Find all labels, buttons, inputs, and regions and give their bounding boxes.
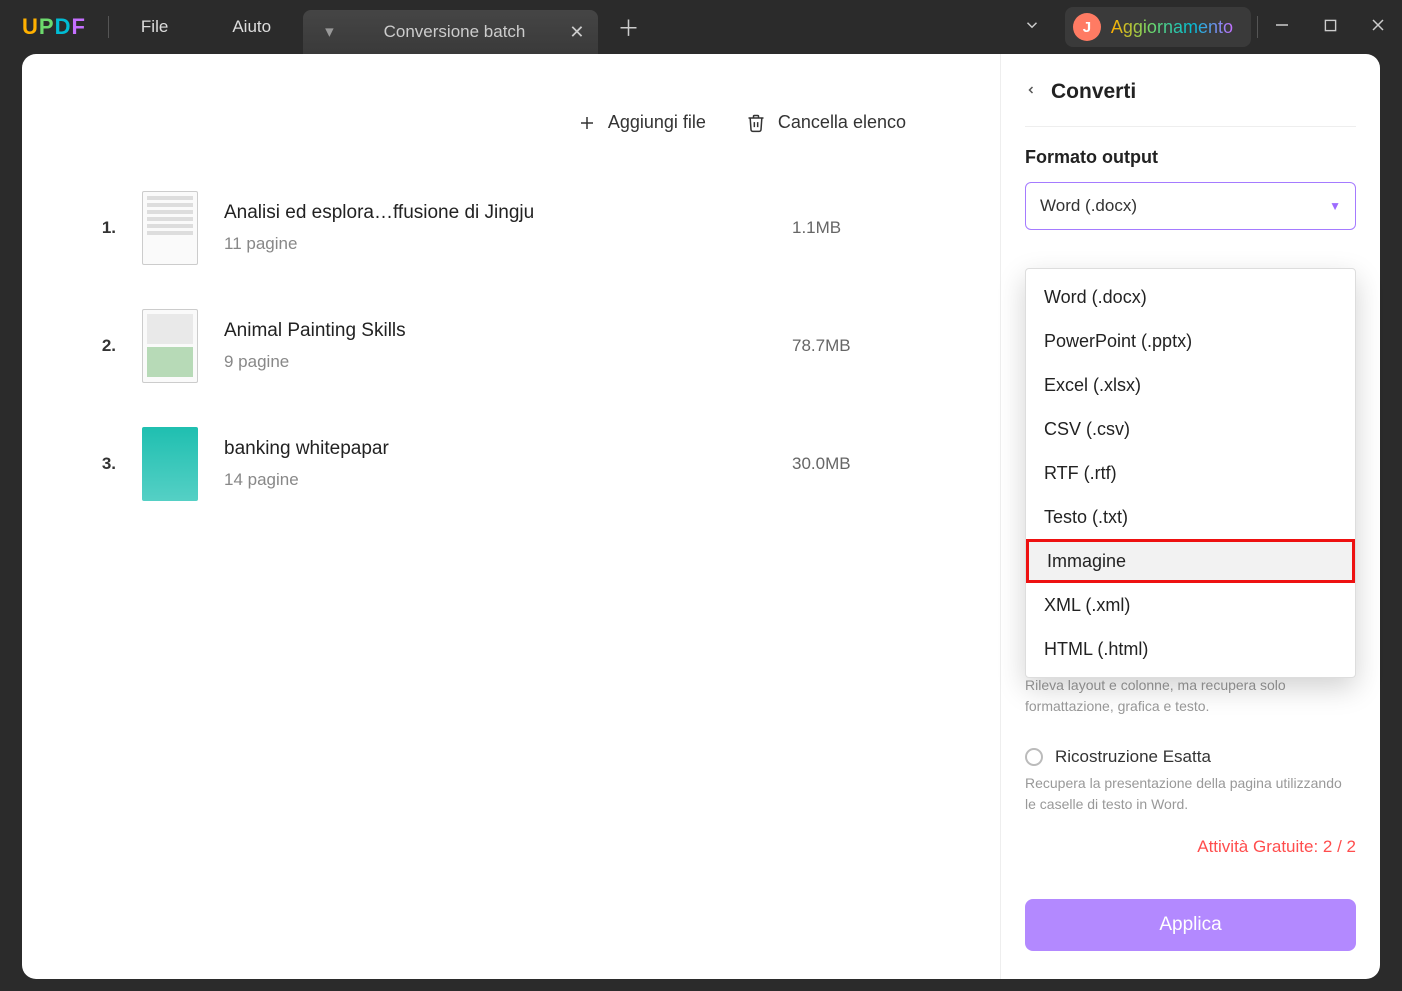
- minimize-button[interactable]: [1258, 18, 1306, 36]
- file-size: 1.1MB: [792, 218, 932, 238]
- format-dropdown: Word (.docx)PowerPoint (.pptx)Excel (.xl…: [1025, 268, 1356, 678]
- layout-desc-2: Recupera la presentazione della pagina u…: [1025, 773, 1356, 815]
- file-title: banking whitepapar: [224, 438, 766, 460]
- format-option[interactable]: Word (.docx): [1026, 275, 1355, 319]
- file-title: Animal Painting Skills: [224, 320, 766, 342]
- tab-menu-icon[interactable]: ▾: [325, 22, 334, 42]
- close-tab-icon[interactable]: ✕: [569, 22, 584, 43]
- panel-title: Converti: [1051, 80, 1136, 104]
- format-option[interactable]: RTF (.rtf): [1026, 451, 1355, 495]
- upgrade-label: Aggiornamento: [1111, 17, 1233, 38]
- file-row[interactable]: 2. Animal Painting Skills 9 pagine 78.7M…: [90, 287, 932, 405]
- free-tasks-label: Attività Gratuite: 2 / 2: [1025, 837, 1356, 857]
- file-thumbnail: [142, 191, 198, 265]
- new-tab-button[interactable]: ＋: [608, 11, 648, 43]
- add-file-label: Aggiungi file: [608, 112, 706, 133]
- convert-panel: Converti Formato output Word (.docx) ▼ W…: [1000, 54, 1380, 979]
- titlebar: UPDF File Aiuto ▾ Conversione batch ✕ ＋ …: [0, 0, 1402, 54]
- file-pages: 9 pagine: [224, 352, 766, 372]
- file-row[interactable]: 1. Analisi ed esplora…ffusione di Jingju…: [90, 169, 932, 287]
- menu-help[interactable]: Aiuto: [200, 17, 303, 37]
- format-selected: Word (.docx): [1040, 196, 1137, 216]
- tab-label: Conversione batch: [384, 22, 526, 42]
- clear-list-label: Cancella elenco: [778, 112, 906, 133]
- app-body: Aggiungi file Cancella elenco 1. Analisi…: [22, 54, 1380, 979]
- file-pages: 14 pagine: [224, 470, 766, 490]
- format-option[interactable]: XML (.xml): [1026, 583, 1355, 627]
- file-row[interactable]: 3. banking whitepapar 14 pagine 30.0MB: [90, 405, 932, 523]
- add-file-button[interactable]: Aggiungi file: [578, 112, 706, 133]
- file-thumbnail: [142, 309, 198, 383]
- radio-label: Ricostruzione Esatta: [1055, 747, 1211, 767]
- avatar: J: [1073, 13, 1101, 41]
- chevron-down-icon: ▼: [1329, 199, 1341, 213]
- format-option[interactable]: HTML (.html): [1026, 627, 1355, 671]
- close-window-button[interactable]: [1354, 18, 1402, 36]
- format-option[interactable]: Testo (.txt): [1026, 495, 1355, 539]
- trash-icon: [746, 113, 766, 133]
- layout-desc-1: Rileva layout e colonne, ma recupera sol…: [1025, 675, 1356, 717]
- list-toolbar: Aggiungi file Cancella elenco: [90, 88, 932, 169]
- app-logo: UPDF: [22, 14, 86, 40]
- maximize-button[interactable]: [1306, 19, 1354, 36]
- clear-list-button[interactable]: Cancella elenco: [746, 112, 906, 133]
- format-option[interactable]: Excel (.xlsx): [1026, 363, 1355, 407]
- file-size: 78.7MB: [792, 336, 932, 356]
- upgrade-pill[interactable]: J Aggiornamento: [1065, 7, 1251, 47]
- format-option[interactable]: CSV (.csv): [1026, 407, 1355, 451]
- file-thumbnail: [142, 427, 198, 501]
- format-option[interactable]: PowerPoint (.pptx): [1026, 319, 1355, 363]
- back-icon[interactable]: [1025, 82, 1037, 103]
- tab-batch-conversion[interactable]: ▾ Conversione batch ✕: [303, 10, 598, 54]
- plus-icon: [578, 114, 596, 132]
- file-pages: 11 pagine: [224, 234, 766, 254]
- radio-icon: [1025, 748, 1043, 766]
- radio-exact-reconstruction[interactable]: Ricostruzione Esatta: [1025, 747, 1356, 767]
- format-label: Formato output: [1025, 147, 1356, 168]
- file-index: 2.: [90, 336, 116, 356]
- file-index: 1.: [90, 218, 116, 238]
- file-index: 3.: [90, 454, 116, 474]
- apply-button[interactable]: Applica: [1025, 899, 1356, 951]
- menu-file[interactable]: File: [109, 17, 200, 37]
- file-list-pane: Aggiungi file Cancella elenco 1. Analisi…: [22, 54, 1000, 979]
- format-select[interactable]: Word (.docx) ▼: [1025, 182, 1356, 230]
- file-title: Analisi ed esplora…ffusione di Jingju: [224, 202, 766, 224]
- chevron-down-icon[interactable]: [999, 16, 1065, 39]
- format-option[interactable]: Immagine: [1026, 539, 1355, 583]
- file-size: 30.0MB: [792, 454, 932, 474]
